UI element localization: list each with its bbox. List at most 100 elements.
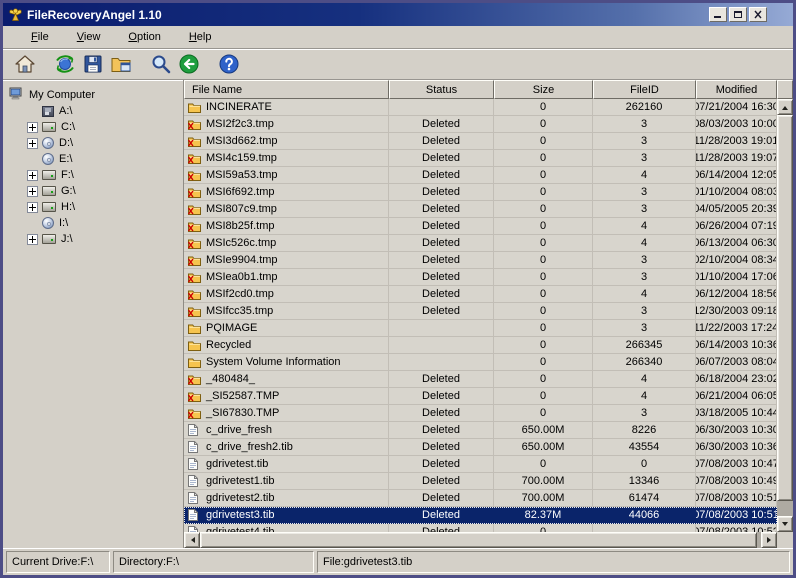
search-button[interactable] [147,50,175,78]
horizontal-scroll-thumb[interactable] [200,532,757,548]
modified-cell: 06/21/2004 06:05 [696,388,777,405]
home-button[interactable] [11,50,39,78]
file-row[interactable]: gdrivetest4.tib Deleted 0 07/08/2003 10:52 [184,524,777,532]
file-name: gdrivetest2.tib [206,492,275,504]
size-cell: 650.00M [494,439,593,456]
file-row[interactable]: gdrivetest1.tib Deleted 700.00M 13346 07/08/… [184,473,777,490]
file-row[interactable]: MSIf2cd0.tmp Deleted 0 4 06/12/2004 18:56 [184,286,777,303]
horizontal-scrollbar[interactable] [184,532,777,548]
file-name-cell: MSIea0b1.tmp [184,269,389,286]
folder-x-icon [188,238,202,249]
tree-item-e[interactable]: E:\ [27,151,181,167]
scroll-right-button[interactable] [761,532,777,548]
file-row[interactable]: MSIe9904.tmp Deleted 0 3 02/10/2004 08:34 [184,252,777,269]
folder-icon [188,323,202,334]
file-row[interactable]: MSI4c159.tmp Deleted 0 3 11/28/2003 19:07 [184,150,777,167]
file-row[interactable]: MSI6f692.tmp Deleted 0 3 01/10/2004 08:03 [184,184,777,201]
file-row[interactable]: MSI8b25f.tmp Deleted 0 4 06/26/2004 07:19 [184,218,777,235]
tree-item-my-computer[interactable]: My Computer [9,87,181,103]
menubar: File View Option Help [3,26,793,49]
size-cell: 0 [494,116,593,133]
fileid-cell: 3 [593,269,696,286]
file-row[interactable]: INCINERATE 0 262160 07/21/2004 16:30 [184,99,777,116]
tree-item-c[interactable]: C:\ [27,119,181,135]
file-row[interactable]: c_drive_fresh Deleted 650.00M 8226 06/30/200… [184,422,777,439]
modified-cell: 07/08/2003 10:49 [696,473,777,490]
menu-option[interactable]: Option [114,28,174,46]
file-icon [188,424,202,436]
column-header-size[interactable]: Size [494,80,593,99]
size-cell: 82.37M [494,507,593,524]
scroll-up-button[interactable] [777,99,793,115]
file-name: System Volume Information [206,356,341,368]
file-name: _SI52587.TMP [206,390,280,402]
tree-item-label: G:\ [61,185,76,197]
tree-item-g[interactable]: G:\ [27,183,181,199]
column-header-modified[interactable]: Modified [696,80,777,99]
close-button[interactable] [749,7,767,22]
file-name: MSI6f692.tmp [206,186,275,198]
menu-file[interactable]: File [17,28,63,46]
search-icon [150,53,172,75]
tree-item-i[interactable]: I:\ [27,215,181,231]
status-current-drive: Current Drive:F:\ [6,551,110,573]
file-row[interactable]: System Volume Information 0 266340 06/07/20… [184,354,777,371]
tree-item-j[interactable]: J:\ [27,231,181,247]
file-row[interactable]: c_drive_fresh2.tib Deleted 650.00M 43554 06/… [184,439,777,456]
back-button[interactable] [175,50,203,78]
refresh-button[interactable] [51,50,79,78]
file-row[interactable]: _SI52587.TMP Deleted 0 4 06/21/2004 06:05 [184,388,777,405]
expand-plus-icon[interactable] [27,121,38,133]
close-icon [753,10,763,19]
tree-item-d[interactable]: D:\ [27,135,181,151]
expand-plus-icon[interactable] [27,185,38,197]
file-row[interactable]: MSI59a53.tmp Deleted 0 4 06/14/2004 12:05 [184,167,777,184]
column-header-status[interactable]: Status [389,80,494,99]
expand-plus-icon[interactable] [27,201,38,213]
file-row[interactable]: MSI807c9.tmp Deleted 0 3 04/05/2005 20:39 [184,201,777,218]
vertical-scrollbar[interactable] [777,99,793,532]
status-cell: Deleted [389,507,494,524]
file-row[interactable]: MSI2f2c3.tmp Deleted 0 3 08/03/2003 10:00 [184,116,777,133]
tree-item-h[interactable]: H:\ [27,199,181,215]
scroll-left-button[interactable] [184,532,200,548]
expand-plus-icon[interactable] [27,233,38,245]
size-cell: 0 [494,252,593,269]
fileid-cell: 13346 [593,473,696,490]
file-row[interactable]: MSIfcc35.tmp Deleted 0 3 12/30/2003 09:18 [184,303,777,320]
menu-help[interactable]: Help [175,28,226,46]
minimize-button[interactable] [709,7,727,22]
column-header-fileid[interactable]: FileID [593,80,696,99]
file-name-cell: INCINERATE [184,99,389,116]
file-row[interactable]: gdrivetest.tib Deleted 0 0 07/08/2003 10:47 [184,456,777,473]
expand-plus-icon[interactable] [27,169,38,181]
folder-x-icon [188,153,202,164]
modified-cell: 06/13/2004 06:30 [696,235,777,252]
file-row[interactable]: gdrivetest2.tib Deleted 700.00M 61474 07/08/… [184,490,777,507]
file-icon [188,441,202,453]
menu-view[interactable]: View [63,28,115,46]
maximize-button[interactable] [729,7,747,22]
file-icon [188,475,202,487]
file-row[interactable]: _480484_ Deleted 0 4 06/18/2004 23:02 [184,371,777,388]
titlebar[interactable]: FileRecoveryAngel 1.10 [3,3,793,26]
help-button[interactable] [215,50,243,78]
scroll-down-button[interactable] [777,516,793,532]
folder-view-button[interactable] [107,50,135,78]
tree-item-a[interactable]: A:\ [27,103,181,119]
column-header-file-name[interactable]: File Name [184,80,389,99]
file-row[interactable]: _SI67830.TMP Deleted 0 3 03/18/2005 10:44 [184,405,777,422]
file-row[interactable]: gdrivetest3.tib Deleted 82.37M 44066 07/08/2… [184,507,777,524]
save-button[interactable] [79,50,107,78]
tree-item-f[interactable]: F:\ [27,167,181,183]
file-name-cell: gdrivetest.tib [184,456,389,473]
file-row[interactable]: MSIc526c.tmp Deleted 0 4 06/13/2004 06:30 [184,235,777,252]
expand-plus-icon[interactable] [27,137,38,149]
file-row[interactable]: MSIea0b1.tmp Deleted 0 3 01/10/2004 17:06 [184,269,777,286]
vertical-scroll-thumb[interactable] [777,115,793,501]
file-name-cell: gdrivetest4.tib [184,524,389,532]
status-cell: Deleted [389,235,494,252]
file-row[interactable]: MSI3d662.tmp Deleted 0 3 11/28/2003 19:01 [184,133,777,150]
file-row[interactable]: Recycled 0 266345 06/14/2003 10:36 [184,337,777,354]
file-row[interactable]: PQIMAGE 0 3 11/22/2003 17:24 [184,320,777,337]
